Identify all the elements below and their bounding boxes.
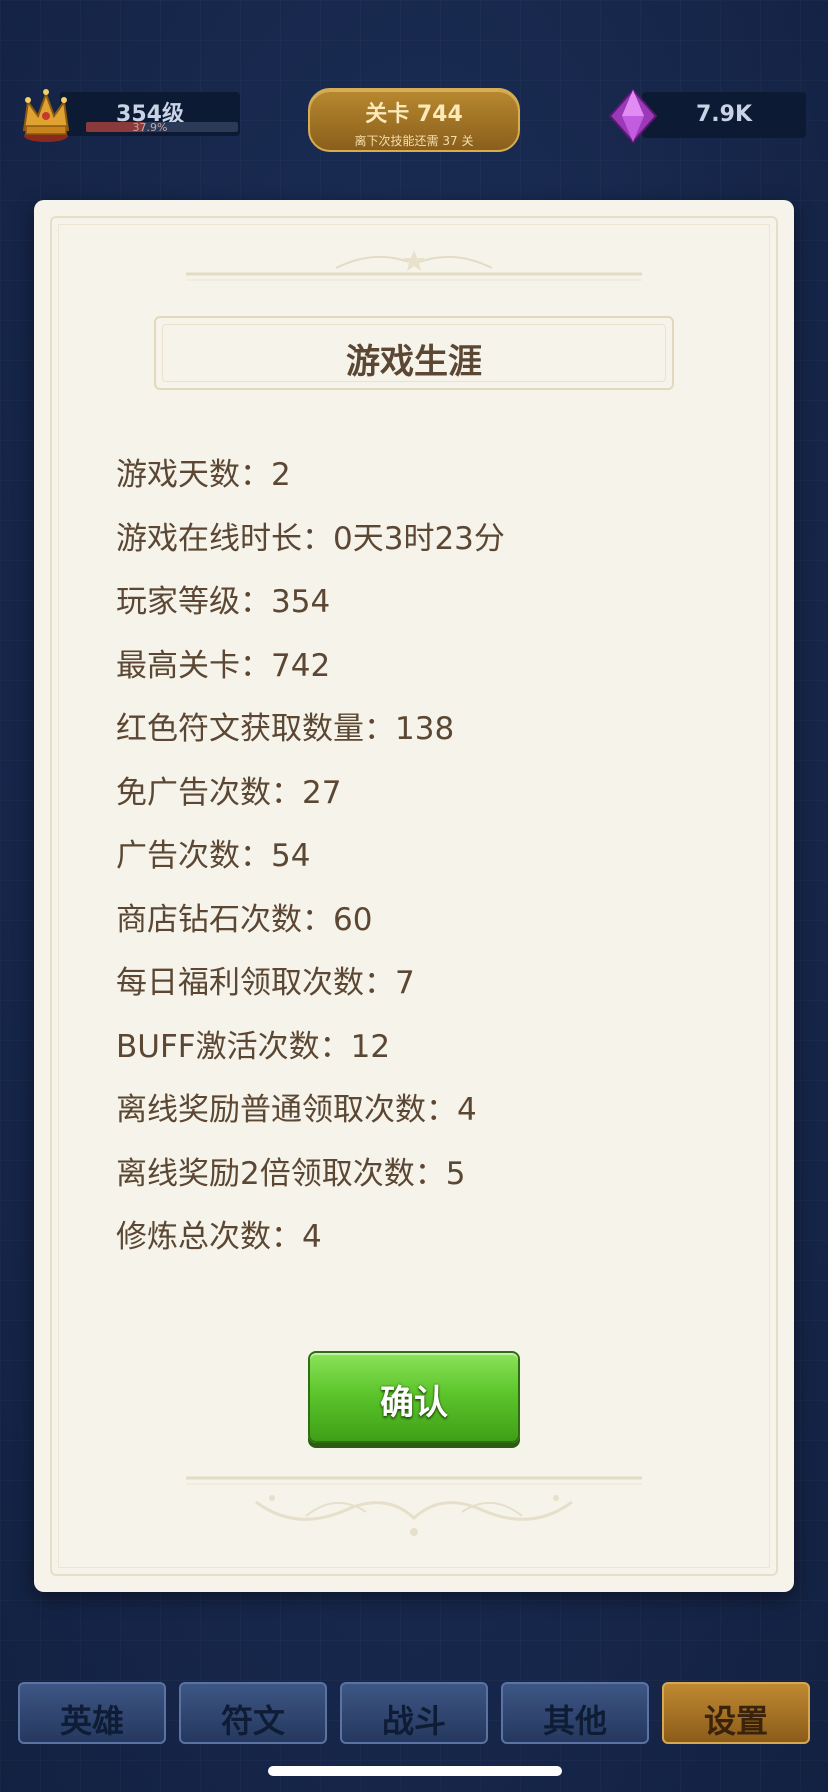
level-progress-text: 37.9% (132, 121, 168, 134)
tab-battle[interactable]: 战斗 (340, 1682, 488, 1744)
tab-heroes-label: 英雄 (59, 1702, 124, 1740)
dialog-title: 游戏生涯 (346, 342, 482, 382)
gems-value: 7.9K (695, 102, 753, 127)
stage-subtitle: 离下次技能还需 37 关 (354, 134, 474, 148)
tab-other[interactable]: 其他 (501, 1682, 649, 1744)
stage-badge[interactable]: 关卡 744 离下次技能还需 37 关 (308, 88, 520, 152)
stats-list: 游戏天数：2 游戏在线时长：0天3时23分 玩家等级：354 最高关卡：742 … (116, 444, 736, 1270)
tab-other-label: 其他 (542, 1702, 607, 1740)
tab-runes[interactable]: 符文 (179, 1682, 327, 1744)
bottom-nav: 英雄 符文 战斗 其他 设置 (18, 1682, 810, 1744)
stat-online-time: 游戏在线时长：0天3时23分 (116, 520, 505, 557)
tab-settings[interactable]: 设置 (662, 1682, 810, 1744)
tab-settings-label: 设置 (703, 1702, 768, 1740)
diamond-icon (608, 88, 658, 144)
stat-offline-double: 离线奖励2倍领取次数：5 (116, 1155, 466, 1192)
tab-heroes[interactable]: 英雄 (18, 1682, 166, 1744)
stat-red-runes: 红色符文获取数量：138 (116, 711, 455, 747)
stat-training-total: 修炼总次数：4 (116, 1219, 322, 1255)
title-plate: 游戏生涯 (154, 316, 674, 390)
stage-title: 关卡 744 (365, 102, 463, 127)
game-career-dialog: 游戏生涯 游戏天数：2 游戏在线时长：0天3时23分 玩家等级：354 最高关卡… (34, 200, 794, 1592)
confirm-label: 确认 (380, 1383, 448, 1423)
stat-offline-normal: 离线奖励普通领取次数：4 (116, 1092, 477, 1128)
top-ornament (186, 250, 642, 281)
gems-bar: 7.9K (642, 92, 806, 138)
tab-runes-label: 符文 (220, 1702, 285, 1740)
bottom-ornament (186, 1476, 642, 1536)
level-bar: 354级 37.9% (60, 92, 240, 136)
stat-max-stage: 最高关卡：742 (116, 647, 331, 684)
stat-shop-diamonds: 商店钻石次数：60 (116, 901, 373, 938)
home-indicator[interactable] (268, 1766, 562, 1776)
stat-buff-activations: BUFF激活次数：12 (116, 1028, 391, 1065)
player-level-widget[interactable]: 354级 37.9% (20, 86, 240, 146)
stat-play-days: 游戏天数：2 (116, 457, 291, 493)
tab-battle-label: 战斗 (381, 1702, 446, 1740)
stat-ad-count: 广告次数：54 (116, 838, 311, 874)
stat-ad-free-count: 免广告次数：27 (116, 774, 342, 811)
crown-icon (22, 89, 70, 142)
stat-player-level: 玩家等级：354 (116, 584, 331, 620)
stat-daily-bonus: 每日福利领取次数：7 (116, 965, 415, 1001)
confirm-button[interactable]: 确认 (308, 1351, 520, 1443)
gems-widget[interactable]: 7.9K (606, 88, 806, 144)
